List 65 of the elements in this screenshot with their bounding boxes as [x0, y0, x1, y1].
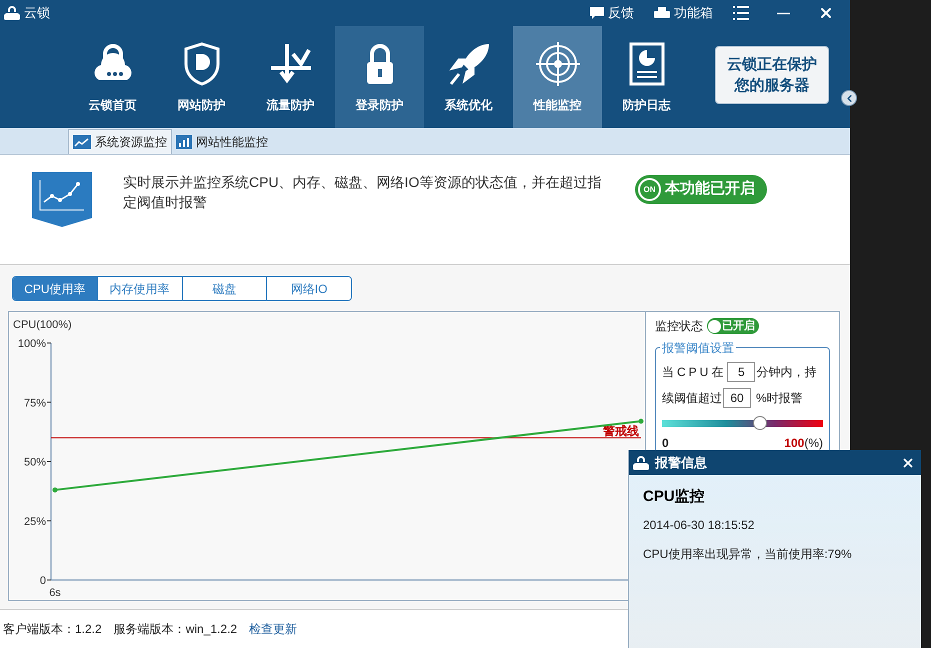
chat-icon	[590, 7, 604, 19]
feature-description: 实时展示并监控系统CPU、内存、磁盘、网络IO等资源的状态值，并在超过指定阀值时报警	[123, 173, 602, 212]
alert-heading: CPU监控	[643, 487, 706, 507]
server-version: 服务端版本：win_1.2.2	[114, 621, 238, 638]
y-tick-label: 25%	[24, 516, 46, 528]
window-title: 云锁	[24, 4, 50, 22]
metric-tab[interactable]: 网络IO	[266, 277, 351, 300]
minimize-button[interactable]: —	[777, 3, 790, 23]
threshold-text: %时报警	[756, 390, 803, 407]
nav-tab[interactable]: 云锁首页	[68, 26, 157, 128]
threshold-text: 续阈值超过	[662, 390, 722, 407]
client-version: 客户端版本：1.2.2	[3, 621, 102, 638]
alert-title: 报警信息	[655, 454, 707, 472]
monitor-status-label: 监控状态	[655, 318, 703, 335]
y-axis-title: CPU(100%)	[13, 319, 72, 331]
alert-message: CPU使用率出现异常，当前使用率:79%	[643, 546, 853, 562]
switch-knob: ON	[638, 178, 661, 201]
metric-tab[interactable]: 磁盘	[182, 277, 266, 300]
sub-tab[interactable]: 网站性能监控	[172, 129, 272, 154]
slider-unit: (%)	[804, 435, 823, 452]
y-tick-label: 0	[40, 575, 46, 587]
lock-logo-icon	[633, 454, 649, 470]
check-update-link[interactable]: 检查更新	[249, 620, 298, 638]
collapse-button[interactable]	[841, 90, 857, 106]
close-icon[interactable]	[901, 456, 915, 470]
threshold-text: 分钟内，持	[756, 364, 816, 381]
chart-badge-icon	[32, 172, 92, 227]
toolbox-button[interactable]: 功能箱	[654, 3, 713, 23]
nav-tab[interactable]: 性能监控	[513, 26, 602, 128]
status-line: 云锁正在保护	[727, 55, 817, 75]
line-chart-icon	[73, 135, 91, 149]
minutes-field[interactable]: 5	[727, 362, 756, 382]
close-icon[interactable]	[818, 5, 834, 21]
sub-tab[interactable]: 系统资源监控	[68, 129, 172, 154]
x-tick-label: 6s	[49, 587, 61, 599]
slider-min: 0	[662, 435, 669, 452]
lock-logo-icon	[4, 5, 20, 21]
metric-tab[interactable]: 内存使用率	[96, 277, 182, 300]
threshold-field[interactable]: 60	[723, 388, 751, 408]
slider-thumb[interactable]	[753, 416, 768, 430]
status-line: 您的服务器	[734, 76, 810, 96]
alert-time: 2014-06-30 18:15:52	[643, 516, 756, 534]
metric-tab[interactable]: CPU使用率	[13, 277, 97, 300]
nav-tab[interactable]: 系统优化	[424, 26, 513, 128]
menu-icon[interactable]	[733, 6, 749, 20]
printer-icon	[654, 7, 670, 19]
data-point	[52, 487, 58, 492]
nav-tab[interactable]: 登录防护	[335, 26, 424, 128]
nav-tab[interactable]: 流量防护	[246, 26, 335, 128]
bar-chart-icon	[176, 134, 192, 148]
nav-tab[interactable]: 网站防护	[157, 26, 246, 128]
feedback-button[interactable]: 反馈	[590, 3, 634, 23]
crosshair-icon	[534, 40, 582, 88]
threshold-text: 当CPU在	[662, 364, 726, 381]
data-point	[638, 418, 644, 424]
y-tick-label: 100%	[18, 338, 46, 350]
warning-label: 警戒线	[603, 424, 639, 438]
slider-max: 100	[784, 435, 804, 452]
group-title: 报警阈值设置	[660, 339, 736, 357]
y-tick-label: 75%	[24, 397, 46, 410]
feature-switch[interactable]: ON 本功能已开启	[635, 175, 767, 204]
monitor-status-switch[interactable]: 已开启	[707, 318, 759, 334]
threshold-slider[interactable]	[662, 416, 823, 430]
nav-tab[interactable]: 防护日志	[602, 26, 691, 128]
y-tick-label: 50%	[24, 456, 46, 468]
